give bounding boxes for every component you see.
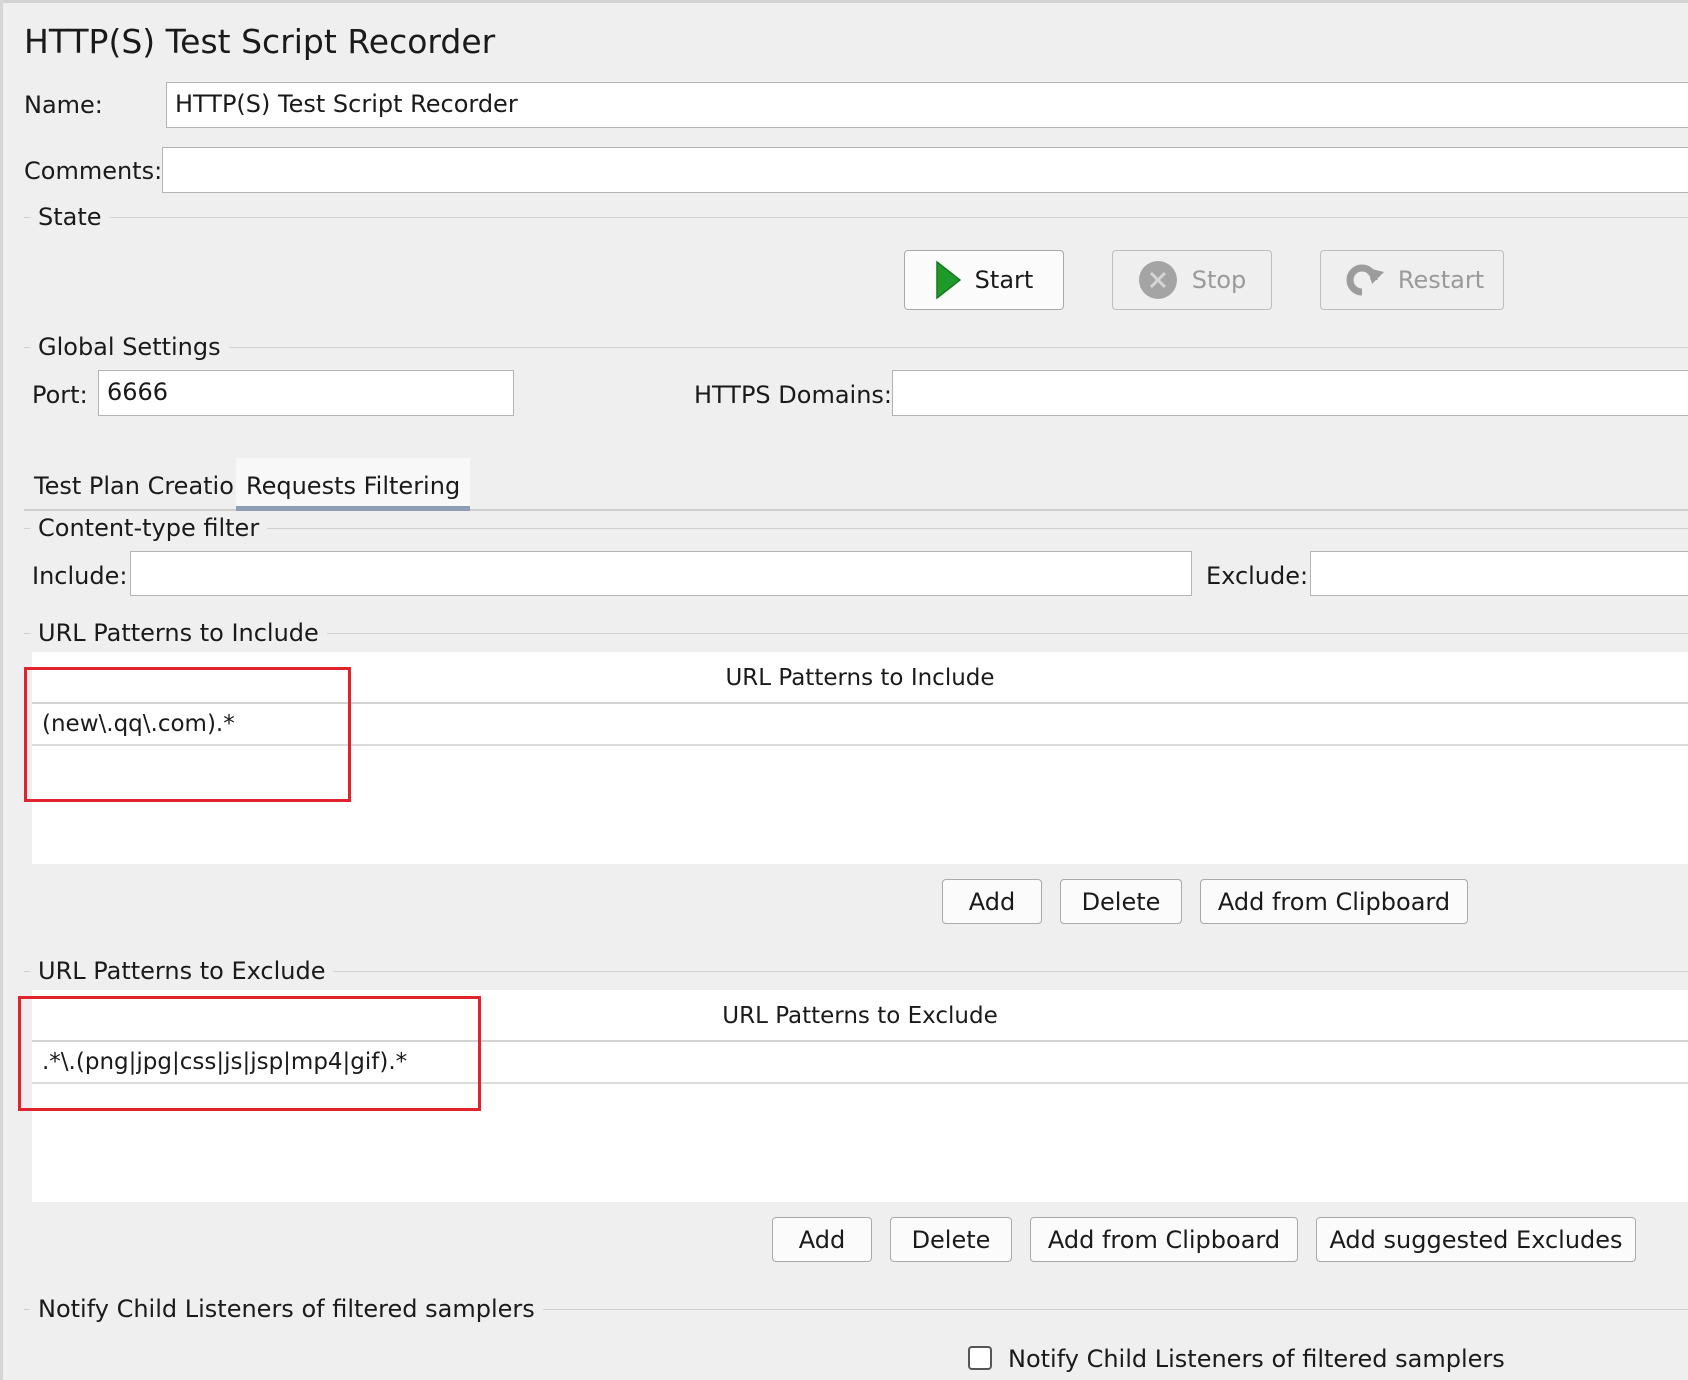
global-settings-legend: Global Settings [30,333,229,361]
port-label: Port: [32,381,88,409]
content-type-divider [24,528,1688,529]
stop-label: Stop [1191,266,1247,294]
play-icon [935,261,961,299]
notify-checkbox[interactable] [968,1346,992,1370]
include-add-button[interactable]: Add [942,879,1042,924]
notify-checkbox-label[interactable]: Notify Child Listeners of filtered sampl… [1008,1345,1505,1373]
exclude-add-from-clipboard-button[interactable]: Add from Clipboard [1030,1217,1298,1262]
exclude-label: Exclude: [1206,562,1309,590]
include-patterns-legend: URL Patterns to Include [30,619,327,647]
page-title: HTTP(S) Test Script Recorder [24,22,496,61]
comments-field[interactable] [162,147,1688,193]
https-domains-field[interactable] [892,370,1688,416]
start-label: Start [974,266,1034,294]
include-add-from-clipboard-button[interactable]: Add from Clipboard [1200,879,1468,924]
exclude-patterns-legend: URL Patterns to Exclude [30,957,334,985]
content-type-legend: Content-type filter [30,514,268,542]
name-field[interactable]: HTTP(S) Test Script Recorder [166,82,1688,128]
include-delete-button[interactable]: Delete [1060,879,1182,924]
stop-button[interactable]: Stop [1112,250,1272,310]
tab-test-plan-creation[interactable]: Test Plan Creation [26,458,257,510]
highlight-box [18,996,481,1111]
include-field[interactable] [130,551,1192,596]
restart-icon [1346,264,1384,296]
tab-requests-filtering[interactable]: Requests Filtering [236,458,471,511]
name-label: Name: [24,91,103,119]
exclude-add-button[interactable]: Add [772,1217,872,1262]
start-button[interactable]: Start [904,250,1064,310]
notify-legend: Notify Child Listeners of filtered sampl… [30,1295,543,1323]
restart-label: Restart [1397,266,1485,294]
global-settings-divider [24,347,1688,348]
stop-icon [1138,261,1177,299]
state-legend: State [30,203,110,231]
top-border [0,0,1688,3]
restart-button[interactable]: Restart [1320,250,1504,310]
left-border [0,0,3,1380]
state-divider [24,217,1688,218]
add-suggested-excludes-button[interactable]: Add suggested Excludes [1316,1217,1636,1262]
https-domains-label: HTTPS Domains: [694,381,892,409]
exclude-delete-button[interactable]: Delete [890,1217,1012,1262]
highlight-box [24,667,351,802]
exclude-field[interactable] [1310,551,1688,596]
port-field[interactable]: 6666 [98,370,514,416]
include-label: Include: [32,562,128,590]
comments-label: Comments: [24,157,163,185]
